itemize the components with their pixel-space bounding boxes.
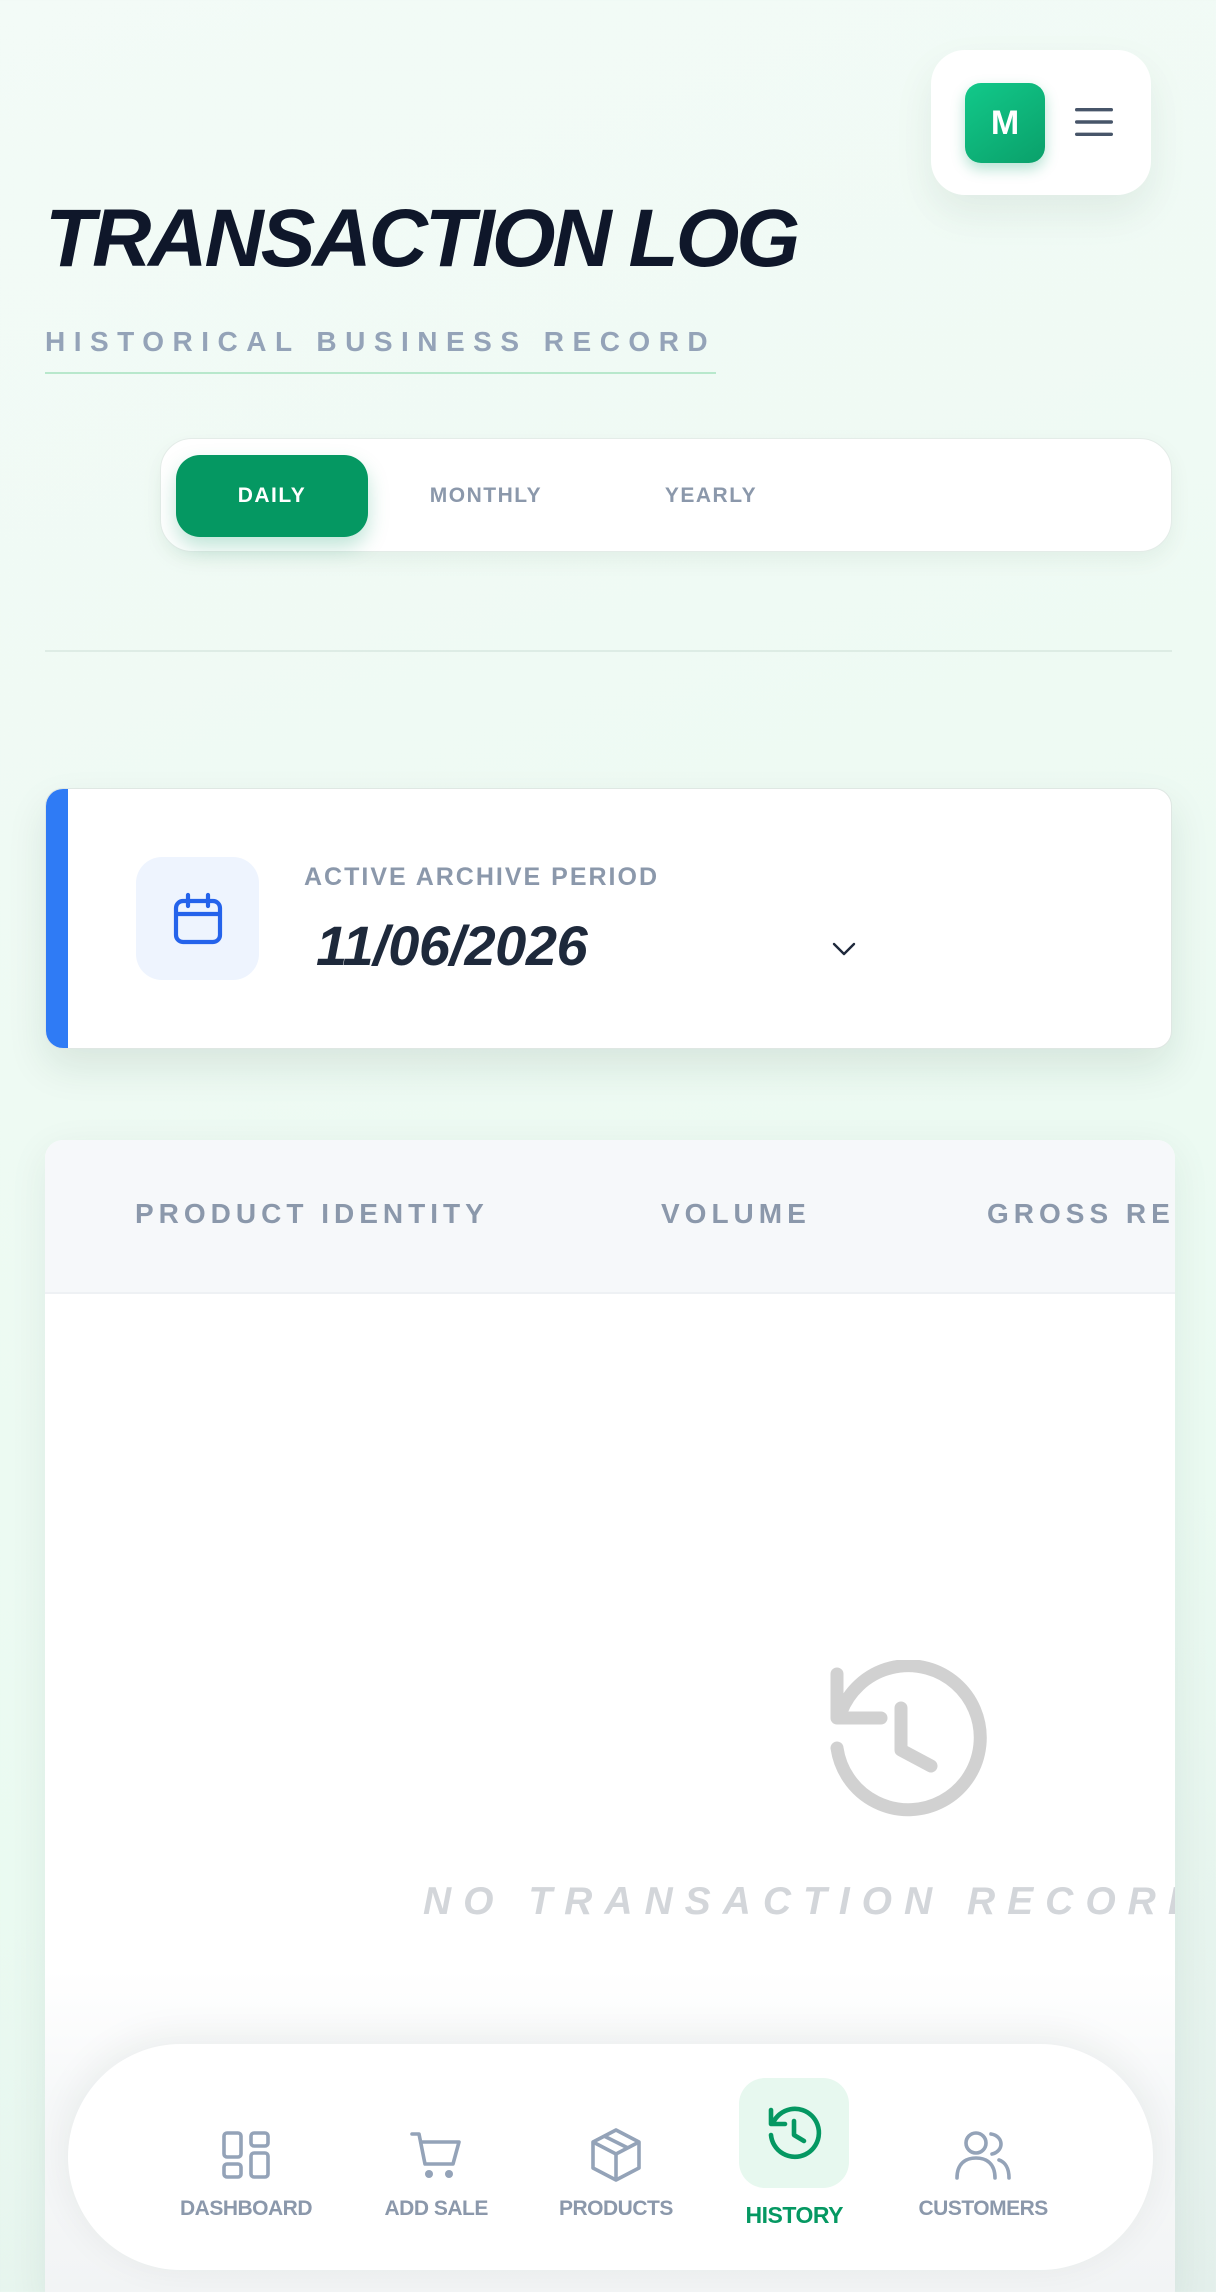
nav-item-products[interactable]: PRODUCTS bbox=[546, 2044, 686, 2270]
period-accent-bar bbox=[46, 789, 68, 1048]
nav-item-add-sale[interactable]: ADD SALE bbox=[366, 2044, 506, 2270]
users-icon bbox=[928, 2100, 1038, 2210]
bottom-nav: DASHBOARD ADD SALE PRODUCTS HISTORY CUST… bbox=[68, 2044, 1153, 2270]
hamburger-menu-icon[interactable] bbox=[1073, 102, 1115, 142]
column-header-product: PRODUCT IDENTITY bbox=[135, 1198, 489, 1229]
avatar[interactable]: M bbox=[965, 83, 1045, 163]
archive-period-card: ACTIVE ARCHIVE PERIOD 11/06/2026 bbox=[45, 788, 1172, 1049]
header-actions-card: M bbox=[931, 50, 1151, 195]
history-nav-icon-box bbox=[739, 2078, 849, 2188]
tab-daily[interactable]: DAILY bbox=[176, 455, 368, 537]
cart-icon bbox=[381, 2100, 491, 2210]
calendar-icon-box bbox=[136, 857, 259, 980]
table-header: PRODUCT IDENTITY VOLUME GROSS REV bbox=[45, 1140, 1175, 1294]
period-date-select[interactable]: 11/06/2026 bbox=[316, 913, 588, 978]
grid-icon bbox=[191, 2100, 301, 2210]
column-header-revenue: GROSS REV bbox=[987, 1198, 1175, 1229]
chevron-down-icon[interactable] bbox=[828, 933, 860, 965]
period-tabs: DAILY MONTHLY YEARLY bbox=[160, 438, 1172, 552]
history-icon bbox=[830, 1660, 987, 1817]
section-divider bbox=[45, 650, 1172, 652]
nav-label: CUSTOMERS bbox=[918, 2197, 1049, 2220]
tab-monthly[interactable]: MONTHLY bbox=[401, 455, 571, 537]
column-header-volume: VOLUME bbox=[661, 1198, 811, 1229]
empty-state-message: NO TRANSACTION RECORDS bbox=[423, 1880, 1175, 1923]
box-icon bbox=[561, 2100, 671, 2210]
period-label: ACTIVE ARCHIVE PERIOD bbox=[304, 863, 660, 891]
nav-label: ADD SALE bbox=[384, 2197, 489, 2220]
nav-label: PRODUCTS bbox=[559, 2197, 673, 2220]
page-title: TRANSACTION LOG bbox=[45, 193, 800, 284]
nav-item-customers[interactable]: CUSTOMERS bbox=[913, 2044, 1053, 2270]
page-subtitle: HISTORICAL BUSINESS RECORD bbox=[45, 326, 717, 374]
nav-label: DASHBOARD bbox=[180, 2197, 313, 2220]
nav-label: HISTORY bbox=[745, 2202, 844, 2228]
history-icon bbox=[768, 2106, 822, 2160]
nav-item-history[interactable]: HISTORY bbox=[724, 2044, 864, 2270]
tab-yearly[interactable]: YEARLY bbox=[631, 455, 791, 537]
calendar-icon bbox=[173, 892, 222, 944]
nav-item-dashboard[interactable]: DASHBOARD bbox=[176, 2044, 316, 2270]
